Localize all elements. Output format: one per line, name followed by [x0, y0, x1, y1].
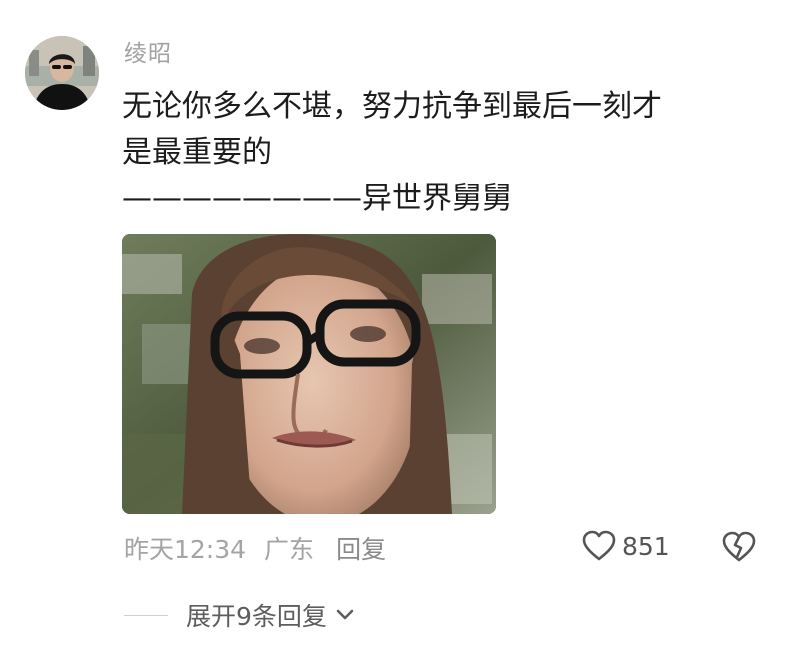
divider-line: [124, 614, 168, 616]
expand-replies-button[interactable]: 展开9条回复: [124, 597, 355, 633]
comment-line: ————————异世界舅舅: [122, 181, 512, 216]
comment-card: 绫昭 无论你多么不堪，努力抗争到最后一刻才 是最重要的 ————————异世界舅…: [0, 0, 800, 663]
dislike-button[interactable]: [722, 531, 756, 567]
avatar-icon: [25, 36, 99, 110]
comment-image[interactable]: [122, 234, 496, 514]
like-button[interactable]: 851: [582, 530, 670, 562]
comment-line: 无论你多么不堪，努力抗争到最后一刻才: [122, 89, 662, 124]
timestamp: 昨天12:34: [124, 535, 247, 564]
broken-heart-icon: [722, 531, 756, 562]
expand-replies-label: 展开9条回复: [186, 602, 327, 631]
face-photo: [122, 234, 496, 514]
reply-button[interactable]: 回复: [336, 535, 386, 564]
comment-meta: 昨天12:34 广东 回复: [124, 530, 386, 566]
username[interactable]: 绫昭: [124, 34, 172, 68]
avatar[interactable]: [25, 36, 99, 110]
comment-line: 是最重要的: [122, 135, 272, 170]
chevron-down-icon: [336, 609, 354, 620]
heart-icon: [582, 530, 616, 561]
location: 广东: [264, 535, 315, 564]
comment-text: 无论你多么不堪，努力抗争到最后一刻才 是最重要的 ————————异世界舅舅: [122, 84, 762, 222]
like-count: 851: [622, 531, 670, 561]
